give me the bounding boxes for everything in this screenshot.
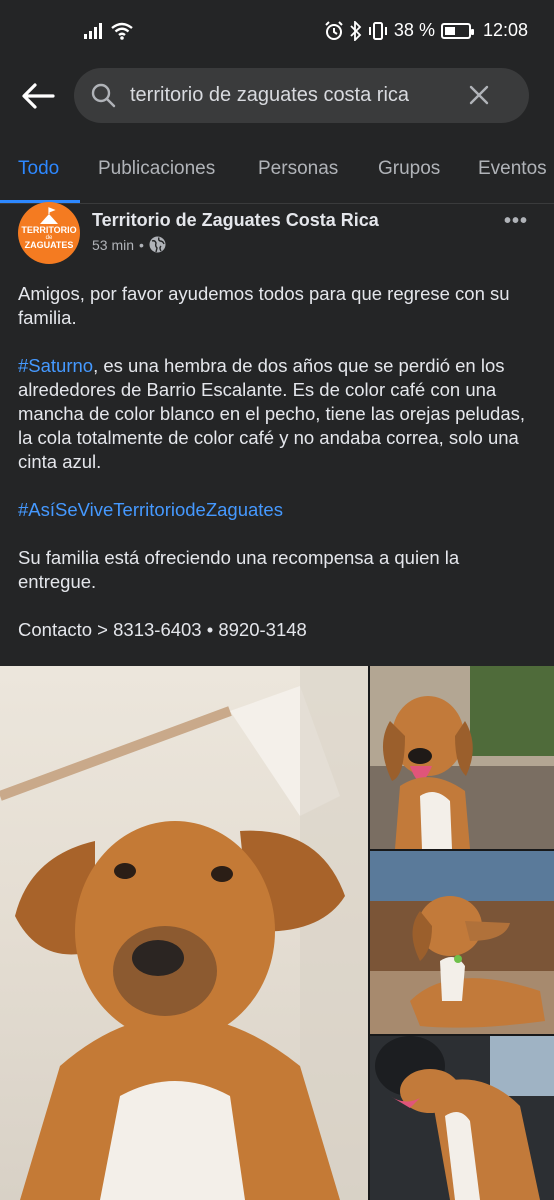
- post-photo-3[interactable]: [370, 851, 554, 1034]
- search-filter-tabs: Todo Publicaciones Personas Grupos Event…: [0, 130, 554, 204]
- alarm-icon: [325, 20, 343, 40]
- post-paragraph: #Saturno, es una hembra de dos años que …: [18, 354, 538, 474]
- clock: 12:08: [482, 20, 528, 40]
- dog-photo: [0, 666, 368, 1200]
- close-icon[interactable]: [467, 83, 491, 107]
- more-options-button[interactable]: •••: [504, 210, 528, 233]
- globe-icon: [149, 236, 166, 253]
- post-body: Amigos, por favor ayudemos todos para qu…: [18, 282, 538, 666]
- page-name[interactable]: Territorio de Zaguates Costa Rica: [92, 210, 379, 231]
- status-left: [84, 22, 134, 40]
- hashtag-asi-se-vive[interactable]: #AsíSeViveTerritoriodeZaguates: [18, 499, 283, 520]
- post-paragraph: #AsíSeViveTerritoriodeZaguates: [18, 498, 538, 522]
- search-query: territorio de zaguates costa rica: [130, 84, 410, 106]
- tab-publicaciones[interactable]: Publicaciones: [98, 158, 215, 180]
- post-photo-grid: [0, 666, 554, 1200]
- page-avatar[interactable]: TERRITORIO de ZAGUATES: [18, 202, 80, 264]
- dog-photo: [370, 851, 554, 1034]
- post-paragraph: Amigos, por favor ayudemos todos para qu…: [18, 283, 510, 328]
- post-paragraph: Su familia está ofreciendo una recompens…: [18, 547, 460, 592]
- dog-photo: [370, 666, 554, 849]
- tab-todo[interactable]: Todo: [18, 158, 59, 180]
- post-paragraph-text: , es una hembra de dos años que se perdi…: [18, 355, 526, 472]
- post-time[interactable]: 53 min: [92, 237, 134, 253]
- post-contact: Contacto > 8313-6403 • 8920-3148: [18, 619, 307, 640]
- signal-icon: [84, 23, 102, 39]
- post-photo-4[interactable]: [370, 1036, 554, 1200]
- wifi-icon: [111, 22, 133, 40]
- logo-text-line3: ZAGUATES: [24, 240, 74, 250]
- meta-separator: •: [139, 236, 144, 253]
- bluetooth-icon: [350, 20, 362, 41]
- hashtag-saturno[interactable]: #Saturno: [18, 355, 93, 376]
- search-input[interactable]: territorio de zaguates costa rica: [74, 68, 529, 123]
- back-button[interactable]: [18, 78, 58, 114]
- arrow-left-icon: [22, 83, 55, 109]
- logo-text-line1: TERRITORIO: [21, 225, 77, 235]
- battery-percent: 38 %: [393, 20, 435, 40]
- post-card: TERRITORIO de ZAGUATES Territorio de Zag…: [0, 202, 554, 666]
- tab-eventos[interactable]: Eventos: [478, 158, 547, 180]
- dog-photo: [370, 1036, 554, 1200]
- battery-icon: [440, 22, 474, 39]
- search-header: territorio de zaguates costa rica: [0, 64, 554, 130]
- tab-grupos[interactable]: Grupos: [378, 158, 440, 180]
- tab-personas[interactable]: Personas: [258, 158, 338, 180]
- post-meta: 53 min •: [92, 236, 166, 253]
- status-right: 38 % 12:08: [324, 20, 528, 41]
- status-bar: 38 % 12:08: [0, 0, 554, 64]
- post-photo-main[interactable]: [0, 666, 368, 1200]
- vibrate-icon: [368, 21, 387, 40]
- search-icon: [91, 83, 116, 108]
- post-photo-2[interactable]: [370, 666, 554, 849]
